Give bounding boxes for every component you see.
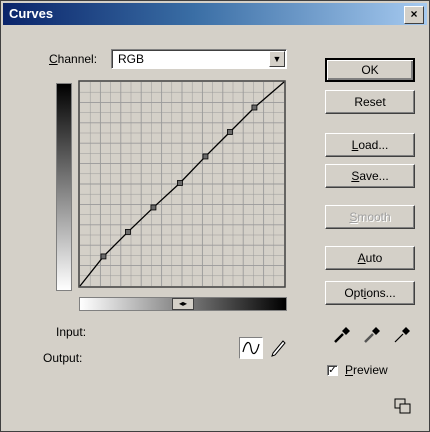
chevron-down-icon[interactable]: ▼	[269, 51, 285, 67]
channel-label: Channel:	[49, 52, 98, 66]
smooth-button[interactable]: Smooth	[325, 205, 415, 229]
expand-view-icon[interactable]	[394, 398, 412, 414]
curve-point-tool-icon	[242, 341, 260, 355]
curve-point[interactable]	[177, 180, 183, 186]
output-gradient-bar	[56, 83, 72, 291]
curve-graph[interactable]	[78, 80, 286, 288]
black-eyedropper-icon[interactable]	[331, 323, 353, 345]
curve-point[interactable]	[150, 204, 157, 211]
pencil-tool-icon[interactable]	[267, 338, 289, 360]
input-gradient-bar[interactable]: ◂▸	[79, 297, 287, 311]
close-button[interactable]: ×	[404, 6, 424, 24]
preview-label[interactable]: Preview	[345, 363, 388, 377]
save-button[interactable]: Save...	[325, 164, 415, 188]
curves-dialog: Curves × Channel: RGB ▼ ◂▸ Input: Output…	[0, 0, 430, 432]
ok-button[interactable]: OK	[325, 58, 415, 82]
load-button[interactable]: Load...	[325, 133, 415, 157]
gradient-toggle-icon[interactable]: ◂▸	[172, 298, 194, 310]
channel-select[interactable]: RGB ▼	[111, 49, 287, 69]
curve-point[interactable]	[227, 129, 233, 135]
checkmark-icon: ✓	[328, 365, 337, 376]
close-icon: ×	[410, 7, 418, 21]
channel-value: RGB	[118, 52, 145, 66]
reset-button[interactable]: Reset	[325, 90, 415, 114]
auto-button[interactable]: Auto	[325, 246, 415, 270]
curve-point[interactable]	[202, 153, 209, 160]
curve-point[interactable]	[100, 253, 107, 260]
curve-point-tool-button[interactable]	[239, 337, 263, 359]
curve-point[interactable]	[251, 104, 258, 111]
input-label: Input:	[56, 325, 87, 339]
gray-eyedropper-icon[interactable]	[361, 323, 383, 345]
output-label: Output:	[43, 351, 83, 365]
dialog-title: Curves	[9, 6, 54, 21]
title-bar[interactable]: Curves ×	[3, 3, 427, 25]
options-button[interactable]: Options...	[325, 281, 415, 305]
white-eyedropper-icon[interactable]	[391, 323, 413, 345]
curve-point[interactable]	[125, 229, 131, 235]
preview-checkbox[interactable]: ✓	[327, 365, 338, 376]
